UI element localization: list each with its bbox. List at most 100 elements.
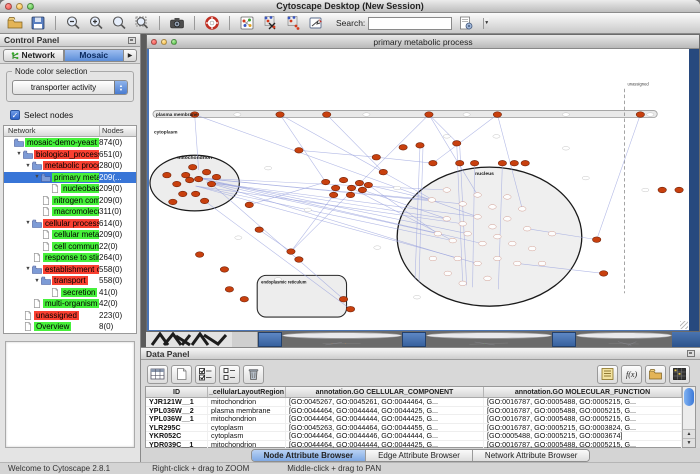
control-panel-title: Control Panel xyxy=(4,35,59,45)
expander-icon[interactable]: ▼ xyxy=(24,266,32,272)
expander-icon[interactable]: ▼ xyxy=(33,174,41,180)
tree-row[interactable]: ▼biological_process651(0) xyxy=(4,149,136,161)
table-cell: YLR295C xyxy=(146,424,208,432)
tree-row-node-count: 8(0) xyxy=(99,322,136,331)
background-window-titlebar xyxy=(672,332,700,347)
resize-grip-icon[interactable] xyxy=(680,321,688,329)
float-data-panel-icon[interactable] xyxy=(687,350,695,357)
tree-row[interactable]: cellular metabo209(0) xyxy=(4,229,136,241)
expander-icon[interactable]: ▼ xyxy=(15,151,23,157)
tree-row-node-count: 223(0) xyxy=(99,311,136,320)
scroll-down-icon[interactable]: ▼ xyxy=(683,438,695,447)
session-settings-icon[interactable] xyxy=(457,15,475,32)
vizmapper-icon[interactable] xyxy=(307,15,325,32)
search-dropdown-icon[interactable]: ▼ xyxy=(483,18,489,29)
list-icon[interactable] xyxy=(597,365,618,384)
network-window-titlebar[interactable]: primary metabolic process xyxy=(147,35,699,49)
tree-row-label: macromolecule xyxy=(52,207,99,216)
network-view-icon[interactable] xyxy=(238,15,256,32)
zoom-fit-icon[interactable] xyxy=(133,15,151,32)
attribute-matrix-icon[interactable] xyxy=(669,365,690,384)
folder-icon xyxy=(32,219,43,228)
table-row[interactable]: YKR052Ccytoplasm[GO:0044464, GO:0044446,… xyxy=(146,432,682,441)
control-panel-tabs: Network Mosaic ▶ xyxy=(0,47,140,64)
unselect-attributes-icon[interactable] xyxy=(219,365,240,384)
tab-mosaic[interactable]: Mosaic xyxy=(64,49,125,62)
save-session-icon[interactable] xyxy=(29,15,47,32)
tree-row[interactable]: mosaic-demo-yeast874(0) xyxy=(4,137,136,149)
tree-row[interactable]: multi-organism pro42(0) xyxy=(4,298,136,310)
tree-row[interactable]: ▼cellular process614(0) xyxy=(4,218,136,230)
tree-row[interactable]: secretion41(0) xyxy=(4,287,136,299)
expander-icon[interactable]: ▼ xyxy=(33,278,41,284)
tree-row-label: nitrogen compo xyxy=(52,196,99,205)
table-cell: YKR052C xyxy=(146,432,208,440)
tree-column-network[interactable]: Network xyxy=(4,126,100,136)
column-header-id[interactable]: ID xyxy=(146,387,208,397)
tree-row-label: metabolic process xyxy=(43,161,99,170)
search-combobox[interactable]: ▼ xyxy=(368,17,452,30)
expander-icon[interactable]: ▼ xyxy=(24,163,32,169)
scrollbar-thumb[interactable] xyxy=(684,388,694,406)
tree-row-label: transport xyxy=(52,276,88,285)
cytoscape-window: Cytoscape Desktop (New Session) Search: … xyxy=(0,0,700,474)
select-nodes-checkbox[interactable]: ✓ xyxy=(10,110,20,120)
zoom-in-icon[interactable] xyxy=(87,15,105,32)
tab-edge-attribute-browser[interactable]: Edge Attribute Browser xyxy=(366,450,473,461)
tree-row[interactable]: ▼establishment of lo558(0) xyxy=(4,264,136,276)
node-color-selection-group: Node color selection transporter activit… xyxy=(6,71,134,102)
tree-column-nodes[interactable]: Nodes xyxy=(100,126,136,136)
function-builder-icon[interactable]: f(x) xyxy=(621,365,642,384)
snapshot-icon[interactable] xyxy=(168,15,186,32)
tree-row-node-count: 209(0) xyxy=(99,196,136,205)
tree-row[interactable]: nitrogen compo209(0) xyxy=(4,195,136,207)
tree-row[interactable]: Overview8(0) xyxy=(4,321,136,333)
tab-network[interactable]: Network xyxy=(3,49,64,62)
column-header-cellular-component[interactable]: annotation.GO CELLULAR_COMPONENT xyxy=(286,387,484,397)
network-canvas[interactable]: plasma membranecytoplasmmitochondrionnuc… xyxy=(147,49,689,331)
tree-row[interactable]: macromolecule311(0) xyxy=(4,206,136,218)
tree-row[interactable]: response to stimulu264(0) xyxy=(4,252,136,264)
tree-row[interactable]: ▼primary metabol209(... xyxy=(4,172,136,184)
hide-selected-icon[interactable] xyxy=(261,15,279,32)
zoom-out-icon[interactable] xyxy=(64,15,82,32)
table-scrollbar[interactable]: ▲ ▼ xyxy=(682,387,695,447)
table-row[interactable]: YPL036W__1mitochondrion[GO:0044464, GO:0… xyxy=(146,415,682,424)
tab-node-attribute-browser[interactable]: Node Attribute Browser xyxy=(252,450,367,461)
import-attributes-icon[interactable] xyxy=(645,365,666,384)
select-attributes-icon[interactable] xyxy=(195,365,216,384)
table-cell: [GO:0016787, GO:0005215, GO:0003824, G..… xyxy=(484,424,682,432)
column-header-region[interactable]: _cellularLayoutRegion xyxy=(208,387,286,397)
table-row[interactable]: YPL036W__2plasma membrane[GO:0044464, GO… xyxy=(146,407,682,416)
svg-text:plasma membrane: plasma membrane xyxy=(156,112,198,118)
table-cell: [GO:0044464, GO:0044446, GO:0044444, G..… xyxy=(286,432,484,440)
background-window-titlebar xyxy=(552,332,576,347)
attribute-grid-icon[interactable] xyxy=(147,365,168,384)
tab-mosaic-label: Mosaic xyxy=(79,50,108,60)
help-icon[interactable] xyxy=(203,15,221,32)
data-panel-right-icons: f(x) xyxy=(597,365,690,384)
delete-attribute-icon[interactable] xyxy=(243,365,264,384)
tree-row[interactable]: ▼metabolic process280(0) xyxy=(4,160,136,172)
tree-row[interactable]: unassigned223(0) xyxy=(4,310,136,322)
browser-tabs-bar: Node Attribute BrowserEdge Attribute Bro… xyxy=(141,448,700,462)
tab-network-attribute-browser[interactable]: Network Attribute Browser xyxy=(473,450,589,461)
expander-icon[interactable]: ▼ xyxy=(24,220,32,226)
tab-overflow-button[interactable]: ▶ xyxy=(124,49,137,62)
table-row[interactable]: YLR295Ccytoplasm[GO:0045263, GO:0044464,… xyxy=(146,424,682,433)
zoom-selected-icon[interactable] xyxy=(110,15,128,32)
tree-row-label: cellular metabo xyxy=(52,230,99,239)
open-session-icon[interactable] xyxy=(6,15,24,32)
node-color-dropdown[interactable]: transporter activity ▲▼ xyxy=(12,80,128,95)
table-cell: mitochondrion xyxy=(208,415,286,423)
tree-row[interactable]: cell communicat22(0) xyxy=(4,241,136,253)
tree-row[interactable]: nucleobase-209(0) xyxy=(4,183,136,195)
tree-row[interactable]: ▼transport558(0) xyxy=(4,275,136,287)
column-header-molecular-function[interactable]: annotation.GO MOLECULAR_FUNCTION xyxy=(484,387,682,397)
file-icon xyxy=(41,196,52,205)
show-selected-icon[interactable] xyxy=(284,15,302,32)
new-attribute-icon[interactable] xyxy=(171,365,192,384)
scroll-up-icon[interactable]: ▲ xyxy=(683,429,695,438)
table-row[interactable]: YJR121W__1mitochondrion[GO:0045267, GO:0… xyxy=(146,398,682,407)
float-panel-icon[interactable] xyxy=(128,37,136,44)
